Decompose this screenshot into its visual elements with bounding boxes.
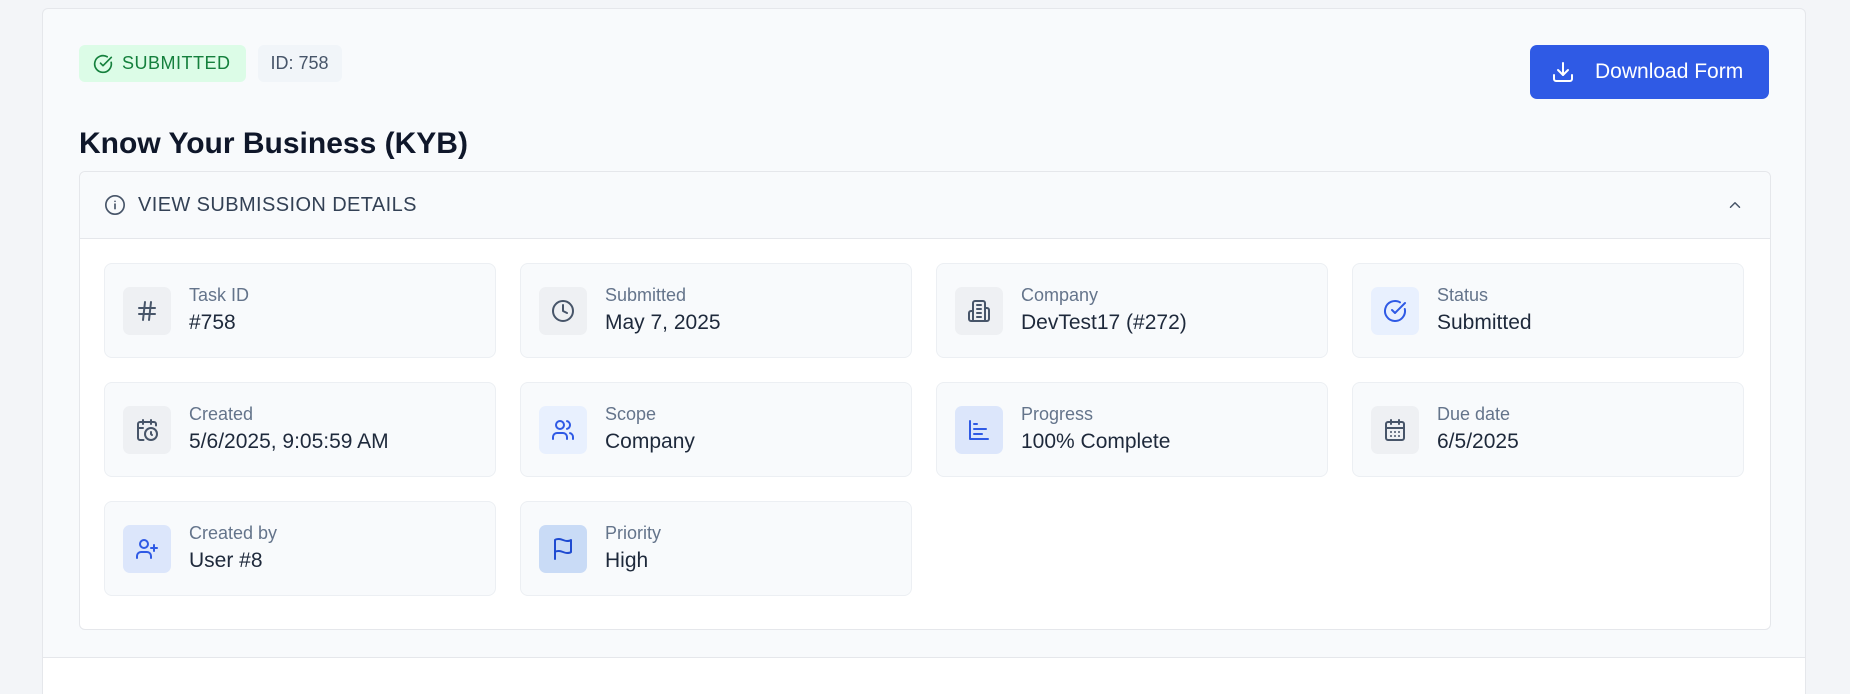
submission-details-toggle[interactable]: VIEW SUBMISSION DETAILS bbox=[80, 172, 1770, 239]
detail-value: High bbox=[605, 549, 649, 572]
check-badge-icon bbox=[1384, 299, 1406, 322]
detail-label: Priority bbox=[605, 523, 662, 543]
calendar-clock-icon-box bbox=[123, 405, 171, 454]
content-area bbox=[43, 658, 1805, 694]
user-plus-icon-box bbox=[123, 524, 171, 573]
detail-label: Progress bbox=[1021, 404, 1094, 424]
calendar-icon bbox=[1385, 418, 1405, 441]
detail-value: 5/6/2025, 9:05:59 AM bbox=[189, 430, 389, 453]
status-badge-label: SUBMITTED bbox=[122, 53, 231, 73]
detail-value: May 7, 2025 bbox=[605, 311, 721, 334]
id-badge: ID: 758 bbox=[257, 45, 342, 82]
detail-text: Priority High bbox=[605, 522, 661, 575]
detail-value: User #8 bbox=[189, 549, 263, 572]
download-icon bbox=[1553, 62, 1573, 82]
detail-label: Due date bbox=[1437, 404, 1511, 424]
chevron-up-icon[interactable] bbox=[1726, 196, 1744, 214]
detail-card-progress: Progress 100% Complete bbox=[936, 382, 1328, 477]
flag-icon-box bbox=[539, 524, 587, 573]
info-icon bbox=[105, 195, 125, 215]
detail-text: Company DevTest17 (#272) bbox=[1021, 284, 1187, 337]
task-card: SUBMITTED ID: 758 Download Form Know You… bbox=[42, 8, 1806, 694]
detail-label: Created bbox=[189, 404, 254, 424]
submission-details-panel: VIEW SUBMISSION DETAILS Task ID #758 Sub… bbox=[79, 171, 1771, 630]
detail-value: 100% Complete bbox=[1021, 430, 1171, 453]
detail-label: Company bbox=[1021, 285, 1099, 305]
detail-text: Task ID #758 bbox=[189, 284, 249, 337]
clock-icon-box bbox=[539, 286, 587, 335]
detail-value: #758 bbox=[189, 311, 236, 334]
calendar-icon-box bbox=[1371, 405, 1419, 454]
detail-label: Status bbox=[1437, 285, 1489, 305]
detail-card-submitted: Submitted May 7, 2025 bbox=[520, 263, 912, 358]
detail-card-due-date: Due date 6/5/2025 bbox=[1352, 382, 1744, 477]
detail-label: Task ID bbox=[189, 285, 250, 305]
detail-text: Scope Company bbox=[605, 403, 695, 456]
hash-icon-box bbox=[123, 286, 171, 335]
page-title: Know Your Business (KYB) bbox=[79, 127, 468, 160]
detail-label: Scope bbox=[605, 404, 657, 424]
detail-text: Status Submitted bbox=[1437, 284, 1532, 337]
detail-text: Created by User #8 bbox=[189, 522, 277, 575]
detail-card-priority: Priority High bbox=[520, 501, 912, 596]
badge-row: SUBMITTED ID: 758 bbox=[79, 45, 342, 82]
detail-card-company: Company DevTest17 (#272) bbox=[936, 263, 1328, 358]
detail-text: Submitted May 7, 2025 bbox=[605, 284, 721, 337]
detail-text: Due date 6/5/2025 bbox=[1437, 403, 1519, 456]
user-plus-icon bbox=[136, 538, 158, 559]
check-badge-icon-box bbox=[1371, 286, 1419, 335]
bar-chart-icon bbox=[969, 419, 989, 440]
status-badge: SUBMITTED bbox=[79, 45, 246, 82]
detail-text: Created 5/6/2025, 9:05:59 AM bbox=[189, 403, 389, 456]
hash-icon bbox=[138, 300, 156, 321]
calendar-clock-icon bbox=[137, 418, 158, 441]
detail-value: DevTest17 (#272) bbox=[1021, 311, 1187, 334]
detail-card-status: Status Submitted bbox=[1352, 263, 1744, 358]
download-form-button[interactable]: Download Form bbox=[1530, 45, 1769, 99]
detail-card-created-by: Created by User #8 bbox=[104, 501, 496, 596]
details-grid: Task ID #758 Submitted May 7, 2025 Compa… bbox=[104, 263, 1744, 596]
detail-card-task-id: Task ID #758 bbox=[104, 263, 496, 358]
detail-label: Submitted bbox=[605, 285, 687, 305]
users-icon bbox=[552, 419, 574, 440]
download-form-label: Download Form bbox=[1595, 60, 1744, 83]
detail-card-created: Created 5/6/2025, 9:05:59 AM bbox=[104, 382, 496, 477]
detail-label: Created by bbox=[189, 523, 278, 543]
users-icon-box bbox=[539, 405, 587, 454]
submission-details-title: VIEW SUBMISSION DETAILS bbox=[138, 193, 417, 216]
building-icon-box bbox=[955, 286, 1003, 335]
detail-value: Company bbox=[605, 430, 695, 453]
detail-value: Submitted bbox=[1437, 311, 1532, 334]
building-icon bbox=[968, 299, 990, 322]
bar-chart-icon-box bbox=[955, 405, 1003, 454]
detail-value: 6/5/2025 bbox=[1437, 430, 1519, 453]
detail-card-scope: Scope Company bbox=[520, 382, 912, 477]
clock-icon bbox=[552, 299, 574, 322]
detail-text: Progress 100% Complete bbox=[1021, 403, 1170, 456]
flag-icon bbox=[554, 537, 572, 560]
check-circle-icon bbox=[93, 54, 113, 73]
